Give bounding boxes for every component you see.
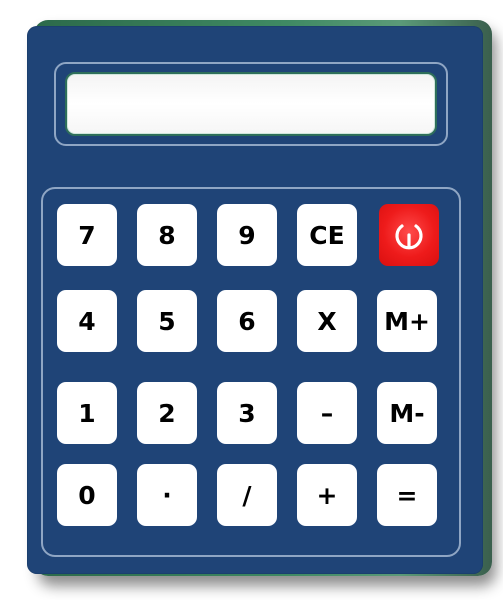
key-5[interactable]: 5 [137,290,197,352]
calculator: 7 8 9 CE 4 5 6 X M+ 1 2 3 – M- 0 · / + = [0,0,503,600]
power-icon [395,224,423,250]
key-plus[interactable]: + [297,464,357,526]
key-divide[interactable]: / [217,464,277,526]
key-4[interactable]: 4 [57,290,117,352]
key-decimal[interactable]: · [137,464,197,526]
calculator-body: 7 8 9 CE 4 5 6 X M+ 1 2 3 – M- 0 · / + = [27,26,483,574]
display-screen [65,72,437,136]
display-frame [54,62,448,146]
key-memory-plus[interactable]: M+ [377,290,437,352]
key-2[interactable]: 2 [137,382,197,444]
key-equals[interactable]: = [377,464,437,526]
key-ce[interactable]: CE [297,204,357,266]
key-minus[interactable]: – [297,382,357,444]
key-7[interactable]: 7 [57,204,117,266]
key-3[interactable]: 3 [217,382,277,444]
key-8[interactable]: 8 [137,204,197,266]
key-9[interactable]: 9 [217,204,277,266]
key-6[interactable]: 6 [217,290,277,352]
key-0[interactable]: 0 [57,464,117,526]
key-memory-minus[interactable]: M- [377,382,437,444]
key-multiply[interactable]: X [297,290,357,352]
key-1[interactable]: 1 [57,382,117,444]
power-button[interactable] [379,204,439,266]
